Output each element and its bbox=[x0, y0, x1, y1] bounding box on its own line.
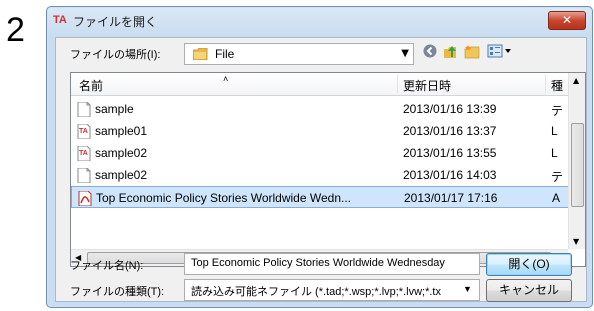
filetype-dropdown[interactable]: 読み込み可能ネファイル (*.tad;*.wsp;*.lvp;*.lvw;*.t… bbox=[184, 279, 480, 301]
pdf-file-icon bbox=[78, 191, 92, 206]
open-file-dialog: TA ファイルを開く ✕ ファイルの場所(I): File ▼ 名前 ˄ 更新日… bbox=[46, 6, 593, 308]
file-name: sample02 bbox=[95, 146, 148, 160]
column-header-date[interactable]: 更新日時 bbox=[403, 77, 451, 94]
filename-label: ファイル名(N): bbox=[70, 260, 144, 272]
app-icon: TA bbox=[53, 14, 67, 26]
lookin-label: ファイルの場所(I): bbox=[70, 49, 161, 61]
file-type: L bbox=[551, 146, 558, 160]
new-folder-icon[interactable] bbox=[462, 44, 482, 62]
close-button[interactable]: ✕ bbox=[548, 11, 586, 30]
file-name: sample bbox=[95, 102, 134, 116]
view-menu-icon[interactable] bbox=[486, 44, 514, 62]
file-type: L bbox=[551, 124, 558, 138]
title-bar: TA ファイルを開く ✕ bbox=[47, 7, 592, 33]
up-folder-icon[interactable] bbox=[440, 44, 460, 62]
step-number: 2 bbox=[6, 11, 25, 49]
file-type: A bbox=[552, 191, 561, 205]
text-file-icon bbox=[77, 102, 91, 117]
sort-arrow-icon: ˄ bbox=[223, 74, 229, 84]
file-date: 2013/01/16 13:55 bbox=[403, 146, 497, 160]
list-item[interactable]: sample 2013/01/16 13:39 テ bbox=[71, 98, 569, 120]
column-header-name[interactable]: 名前 bbox=[79, 77, 103, 94]
column-separator bbox=[397, 75, 398, 93]
file-date: 2013/01/17 17:16 bbox=[404, 191, 498, 205]
ta-file-icon: TA bbox=[77, 124, 91, 139]
file-date: 2013/01/16 13:39 bbox=[403, 102, 497, 116]
scroll-down-icon[interactable]: ▼ bbox=[573, 237, 579, 246]
folder-icon bbox=[193, 48, 208, 60]
lookin-value: File bbox=[215, 47, 235, 61]
file-date: 2013/01/16 13:37 bbox=[403, 124, 497, 138]
dialog-title: ファイルを開く bbox=[73, 15, 158, 29]
file-list[interactable]: 名前 ˄ 更新日時 種 sample 2013/01/16 13:39 テ TA… bbox=[70, 72, 586, 267]
column-header-type[interactable]: 種 bbox=[551, 77, 563, 94]
dialog-body: ファイルの場所(I): File ▼ 名前 ˄ 更新日時 種 sample 20… bbox=[55, 37, 587, 302]
cancel-button[interactable]: キャンセル bbox=[486, 279, 572, 302]
svg-text:TA: TA bbox=[79, 128, 88, 135]
file-name: Top Economic Policy Stories Worldwide We… bbox=[96, 191, 351, 205]
file-date: 2013/01/16 14:03 bbox=[403, 168, 497, 182]
filename-value: Top Economic Policy Stories Worldwide We… bbox=[191, 257, 445, 269]
list-item[interactable]: sample02 2013/01/16 14:03 テ bbox=[71, 164, 569, 186]
file-type: テ bbox=[551, 104, 564, 118]
scroll-up-icon[interactable]: ▲ bbox=[573, 76, 579, 85]
chevron-down-icon: ▼ bbox=[463, 284, 472, 294]
vertical-scroll-thumb[interactable] bbox=[571, 123, 584, 207]
chevron-down-icon: ▼ bbox=[401, 48, 409, 59]
close-icon: ✕ bbox=[561, 13, 573, 27]
svg-text:TA: TA bbox=[79, 150, 88, 157]
column-separator bbox=[545, 75, 546, 93]
ta-file-icon: TA bbox=[77, 146, 91, 161]
lookin-dropdown[interactable]: File ▼ bbox=[184, 43, 414, 65]
file-type: テ bbox=[551, 170, 564, 184]
text-file-icon bbox=[77, 168, 91, 183]
file-name: sample01 bbox=[95, 124, 148, 138]
list-item[interactable]: TA sample02 2013/01/16 13:55 L bbox=[71, 142, 569, 164]
vertical-scrollbar[interactable]: ▲ ▼ bbox=[568, 73, 585, 249]
file-name: sample02 bbox=[95, 168, 148, 182]
filetype-value: 読み込み可能ネファイル (*.tad;*.wsp;*.lvp;*.lvw;*.t… bbox=[191, 286, 441, 298]
filetype-label: ファイルの種類(T): bbox=[70, 286, 165, 298]
back-icon[interactable] bbox=[420, 44, 440, 62]
list-item-selected[interactable]: Top Economic Policy Stories Worldwide We… bbox=[71, 186, 569, 208]
filename-input[interactable]: Top Economic Policy Stories Worldwide We… bbox=[184, 253, 480, 275]
list-item[interactable]: TA sample01 2013/01/16 13:37 L bbox=[71, 120, 569, 142]
open-button[interactable]: 開く(O) bbox=[486, 253, 572, 276]
list-header: 名前 ˄ 更新日時 種 bbox=[71, 73, 569, 96]
